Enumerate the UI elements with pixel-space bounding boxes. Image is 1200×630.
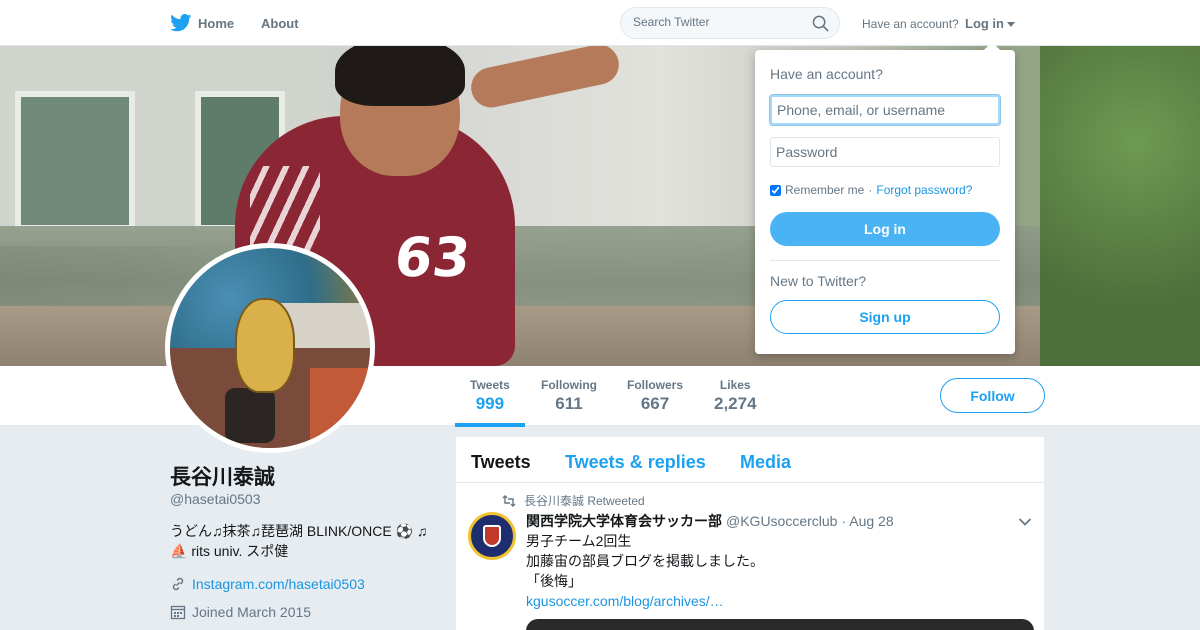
- profile-link-text: Instagram.com/hasetai0503: [192, 576, 365, 592]
- password-input[interactable]: [770, 137, 1000, 167]
- profile-website-link[interactable]: Instagram.com/hasetai0503: [170, 576, 365, 592]
- username-input[interactable]: [769, 94, 1001, 126]
- tweet-author-avatar[interactable]: [468, 512, 516, 560]
- stat-label: Following: [541, 378, 597, 392]
- top-navigation-bar: Home About Have an account? Log in: [0, 0, 1200, 46]
- stat-followers[interactable]: Followers 667: [627, 378, 683, 414]
- remember-me-label[interactable]: Remember me: [785, 183, 864, 197]
- tweet-timestamp[interactable]: · Aug 28: [841, 513, 893, 529]
- avatar-table-edge: [310, 368, 370, 448]
- banner-shirt-number: 63: [391, 226, 474, 289]
- nav-home-label: Home: [198, 15, 235, 31]
- login-dropdown: Have an account? Remember me · Forgot pa…: [755, 42, 1015, 354]
- login-button[interactable]: Log in: [770, 212, 1000, 246]
- profile-joined-date: Joined March 2015: [170, 604, 311, 620]
- banner-trees: [1040, 46, 1200, 366]
- nav-home[interactable]: Home: [170, 14, 234, 32]
- club-shield-icon: [483, 525, 501, 547]
- tweet-header: 関西学院大学体育会サッカー部 @KGUsoccerclub · Aug 28: [526, 511, 894, 531]
- tweet-line: 加藤宙の部員ブログを掲載しました。: [526, 553, 764, 569]
- login-toggle-label: Log in: [965, 16, 1004, 31]
- stat-following[interactable]: Following 611: [541, 378, 597, 414]
- tab-tweets[interactable]: Tweets: [471, 452, 531, 473]
- stat-value: 2,274: [714, 394, 757, 413]
- bio-line: うどん♫抹茶♫琵琶湖 BLINK/ONCE ⚽ ♫: [170, 523, 428, 539]
- banner-window: [15, 91, 135, 231]
- nav-about[interactable]: About: [261, 16, 299, 31]
- stat-label: Tweets: [470, 378, 510, 392]
- divider: [770, 260, 1000, 261]
- search-icon[interactable]: [812, 15, 829, 32]
- retweet-context-text: 長谷川泰誠 Retweeted: [524, 494, 645, 508]
- banner-player-hair: [335, 46, 465, 106]
- joined-text: Joined March 2015: [192, 604, 312, 620]
- login-dropdown-title: Have an account?: [770, 66, 883, 82]
- avatar-figure-body: [235, 298, 295, 393]
- tab-media[interactable]: Media: [740, 452, 791, 473]
- stat-label: Followers: [627, 378, 684, 392]
- stat-value: 667: [640, 394, 670, 413]
- tweet-author-name[interactable]: 関西学院大学体育会サッカー部: [526, 511, 722, 531]
- login-dropdown-toggle[interactable]: Log in: [965, 16, 1015, 31]
- separator-dot: ·: [868, 183, 873, 197]
- profile-handle[interactable]: @hasetai0503: [170, 491, 261, 507]
- timeline: Tweets Tweets & replies Media 長谷川泰誠 Retw…: [456, 437, 1044, 630]
- stat-value: 611: [555, 394, 583, 413]
- bio-line: ⛵ rits univ. スポ健: [170, 543, 289, 559]
- timeline-tabs: Tweets Tweets & replies Media: [456, 437, 1044, 483]
- tweet-line: 「後悔」: [526, 573, 582, 589]
- retweet-icon: [502, 494, 516, 507]
- tweet-line: 男子チーム2回生: [526, 533, 632, 549]
- stat-tweets[interactable]: Tweets 999: [455, 378, 525, 427]
- forgot-password-link[interactable]: Forgot password?: [876, 183, 972, 197]
- caret-down-icon: [1007, 21, 1015, 27]
- tweet-media-preview[interactable]: [526, 619, 1034, 630]
- retweet-context: 長谷川泰誠 Retweeted: [502, 492, 645, 509]
- tweet-item[interactable]: 長谷川泰誠 Retweeted 関西学院大学体育会サッカー部 @KGUsocce…: [456, 484, 1044, 630]
- remember-me-checkbox[interactable]: [770, 184, 781, 196]
- link-icon: [172, 577, 184, 591]
- remember-row: Remember me · Forgot password?: [770, 183, 972, 197]
- new-to-twitter-text: New to Twitter?: [770, 273, 867, 289]
- twitter-bird-icon: [170, 14, 192, 32]
- calendar-icon: [170, 605, 186, 620]
- search-input[interactable]: [633, 15, 803, 29]
- have-account-text: Have an account?: [862, 17, 959, 31]
- tweet-author-handle[interactable]: @KGUsoccerclub: [726, 513, 837, 529]
- tweet-link[interactable]: kgusoccer.com/blog/archives/…: [526, 591, 764, 611]
- tweet-text: 男子チーム2回生 加藤宙の部員ブログを掲載しました。 「後悔」 kgusocce…: [526, 531, 764, 611]
- tab-tweets-replies[interactable]: Tweets & replies: [565, 452, 706, 473]
- profile-avatar[interactable]: [165, 243, 375, 453]
- stat-likes[interactable]: Likes 2,274: [714, 378, 757, 414]
- profile-bio: うどん♫抹茶♫琵琶湖 BLINK/ONCE ⚽ ♫ ⛵ rits univ. ス…: [170, 521, 430, 561]
- search-box: [620, 7, 840, 39]
- avatar-figure-legs: [225, 388, 275, 443]
- chevron-down-icon[interactable]: [1018, 517, 1032, 527]
- banner-player-arm: [467, 46, 623, 112]
- stat-value: 999: [475, 394, 505, 413]
- signup-button[interactable]: Sign up: [770, 300, 1000, 334]
- stat-label: Likes: [719, 378, 751, 392]
- profile-name[interactable]: 長谷川泰誠: [170, 461, 275, 491]
- follow-button[interactable]: Follow: [940, 378, 1045, 413]
